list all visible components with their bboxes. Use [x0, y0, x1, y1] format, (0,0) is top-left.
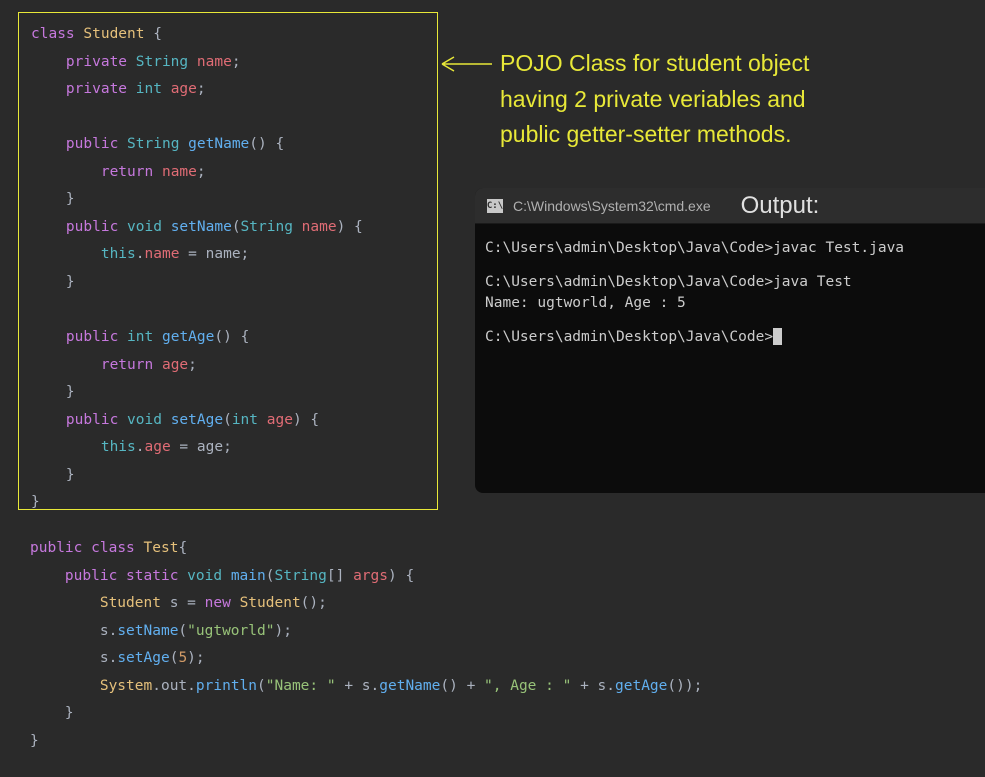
annotation-text: POJO Class for student object having 2 p… — [500, 46, 809, 153]
terminal-output[interactable]: C:\Users\admin\Desktop\Java\Code>javac T… — [475, 224, 985, 375]
terminal-line: C:\Users\admin\Desktop\Java\Code>java Te… — [485, 272, 975, 313]
arrow-icon — [440, 54, 495, 74]
cmd-icon: C:\ — [487, 199, 503, 213]
terminal-title: C:\Windows\System32\cmd.exe — [513, 198, 711, 214]
output-label: Output: — [741, 192, 820, 220]
terminal-line: C:\Users\admin\Desktop\Java\Code> — [485, 327, 975, 347]
code-upper: class Student { private String name; pri… — [31, 21, 425, 517]
terminal-line: C:\Users\admin\Desktop\Java\Code>javac T… — [485, 238, 975, 258]
cursor-icon — [773, 328, 782, 345]
terminal-window: C:\ C:\Windows\System32\cmd.exe Output: … — [475, 188, 985, 493]
code-lower: public class Test{ public static void ma… — [30, 535, 702, 755]
pojo-code-block: class Student { private String name; pri… — [18, 12, 438, 510]
terminal-titlebar[interactable]: C:\ C:\Windows\System32\cmd.exe Output: — [475, 188, 985, 224]
test-code-block: public class Test{ public static void ma… — [30, 535, 702, 755]
